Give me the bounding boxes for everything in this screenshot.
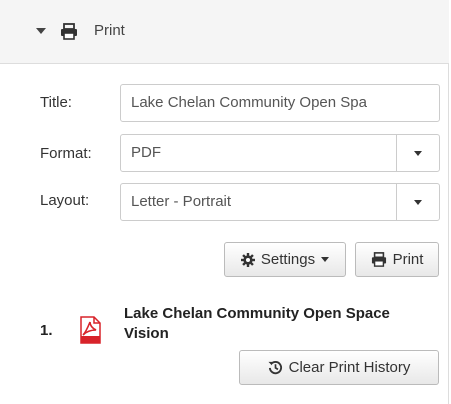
clear-history-label: Clear Print History	[288, 359, 411, 376]
gear-icon	[240, 252, 255, 267]
settings-button[interactable]: Settings	[224, 242, 346, 277]
history-icon	[268, 361, 282, 375]
layout-label: Layout:	[40, 192, 90, 209]
format-label: Format:	[40, 145, 92, 162]
pdf-file-icon[interactable]	[77, 316, 103, 344]
layout-select[interactable]: Letter - Portrait	[120, 183, 440, 221]
format-select-value: PDF	[131, 144, 161, 161]
title-label: Title:	[40, 94, 72, 111]
clear-print-history-button[interactable]: Clear Print History	[239, 350, 439, 385]
printer-icon	[61, 23, 77, 40]
layout-select-value: Letter - Portrait	[131, 193, 232, 210]
panel-title: Print	[94, 22, 125, 39]
format-dropdown-button[interactable]	[396, 135, 439, 171]
title-input[interactable]: Lake Chelan Community Open Spa	[120, 84, 440, 122]
printer-icon	[371, 252, 386, 267]
caret-down-icon[interactable]	[36, 28, 46, 34]
layout-dropdown-button[interactable]	[396, 184, 439, 220]
caret-down-icon	[321, 257, 330, 262]
history-item-number: 1.	[40, 322, 53, 339]
chevron-down-icon	[414, 200, 422, 205]
print-panel: Print Title: Lake Chelan Community Open …	[0, 0, 449, 404]
format-select[interactable]: PDF	[120, 134, 440, 172]
chevron-down-icon	[414, 151, 422, 156]
settings-label: Settings	[260, 251, 316, 268]
print-label: Print	[392, 251, 424, 268]
print-button[interactable]: Print	[355, 242, 439, 277]
panel-header[interactable]: Print	[0, 0, 449, 64]
history-item-title[interactable]: Lake Chelan Community Open Space Vision	[124, 304, 424, 344]
